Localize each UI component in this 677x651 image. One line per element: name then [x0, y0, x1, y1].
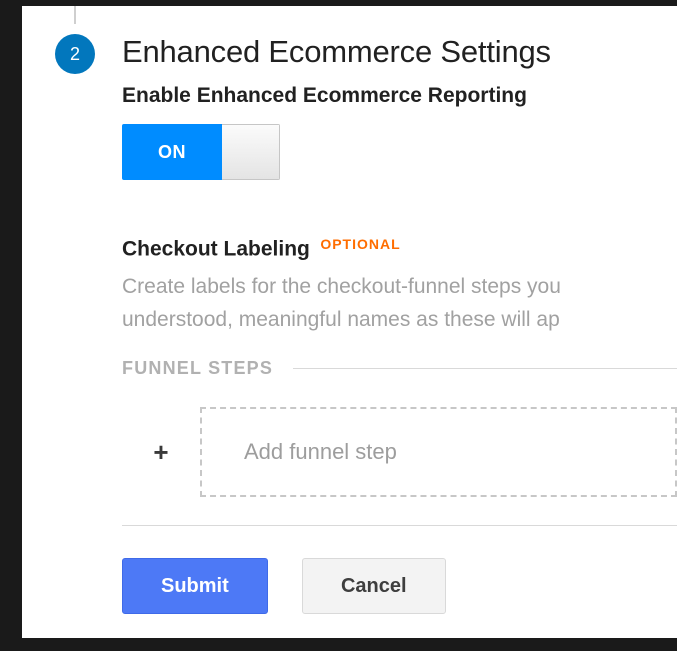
- submit-button[interactable]: Submit: [122, 558, 268, 614]
- enable-heading: Enable Enhanced Ecommerce Reporting: [122, 84, 677, 108]
- plus-icon: +: [122, 437, 200, 468]
- enable-toggle[interactable]: ON: [122, 124, 280, 180]
- action-buttons: Submit Cancel: [122, 558, 677, 614]
- cancel-button[interactable]: Cancel: [302, 558, 446, 614]
- description-line-1: Create labels for the checkout-funnel st…: [122, 275, 561, 298]
- funnel-step-input-container[interactable]: [200, 407, 677, 497]
- step-number-badge: 2: [55, 34, 95, 74]
- step-number: 2: [70, 44, 80, 65]
- add-funnel-step-row: +: [122, 407, 677, 497]
- section-content: Enable Enhanced Ecommerce Reporting ON C…: [122, 84, 677, 614]
- checkout-heading: Checkout Labeling: [122, 237, 310, 260]
- step-connector-line: [74, 6, 76, 24]
- checkout-labeling-block: Checkout Labeling OPTIONAL Create labels…: [122, 236, 677, 614]
- section-divider: [122, 525, 677, 526]
- section-title: Enhanced Ecommerce Settings: [122, 34, 551, 70]
- funnel-steps-label: FUNNEL STEPS: [122, 358, 273, 379]
- funnel-header-rule: [293, 368, 677, 369]
- description-line-2: understood, meaningful names as these wi…: [122, 304, 677, 337]
- optional-badge: OPTIONAL: [320, 236, 400, 252]
- checkout-description: Create labels for the checkout-funnel st…: [122, 271, 677, 336]
- toggle-off-handle: [222, 124, 280, 180]
- funnel-step-input[interactable]: [244, 439, 675, 465]
- funnel-steps-header: FUNNEL STEPS: [122, 358, 677, 379]
- settings-panel: 2 Enhanced Ecommerce Settings Enable Enh…: [22, 6, 677, 638]
- toggle-on-label: ON: [122, 124, 222, 180]
